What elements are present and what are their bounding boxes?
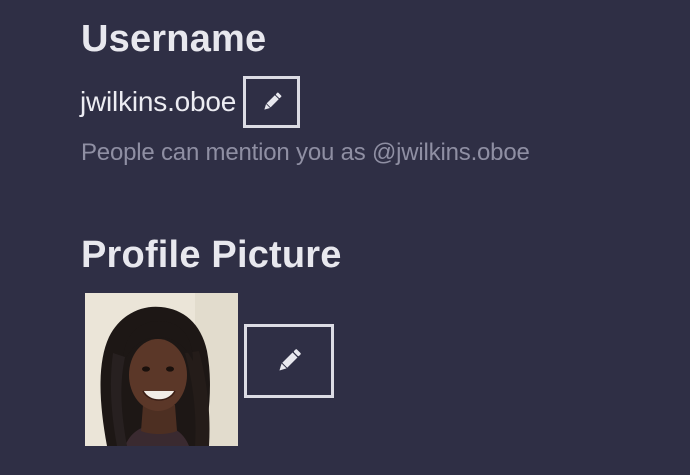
edit-profile-picture-button[interactable]: [244, 324, 334, 398]
username-section-title: Username: [81, 18, 267, 60]
username-row: jwilkins.oboe: [80, 76, 301, 128]
profile-picture-section-title: Profile Picture: [81, 234, 342, 276]
mention-hint: People can mention you as @jwilkins.oboe: [81, 139, 530, 166]
pencil-icon: [279, 349, 301, 371]
avatar: [85, 293, 238, 446]
username-value: jwilkins.oboe: [80, 86, 237, 117]
pencil-icon: [264, 92, 282, 110]
edit-username-button[interactable]: [243, 76, 301, 128]
